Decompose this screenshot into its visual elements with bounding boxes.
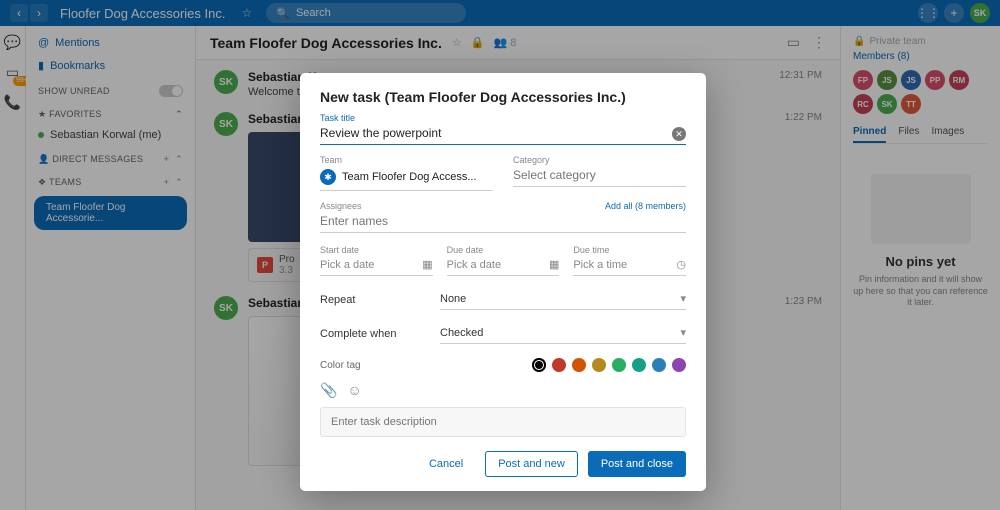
post-and-new-button[interactable]: Post and new xyxy=(485,451,578,477)
color-swatch[interactable] xyxy=(632,358,646,372)
modal-title: New task (Team Floofer Dog Accessories I… xyxy=(320,89,686,105)
due-time-label: Due time xyxy=(573,245,686,255)
chevron-down-icon: ▾ xyxy=(680,292,686,305)
calendar-icon: ▦ xyxy=(422,258,432,271)
repeat-label: Repeat xyxy=(320,294,440,306)
task-title-label: Task title xyxy=(320,113,686,123)
team-icon: ✱ xyxy=(320,169,336,185)
color-swatch[interactable] xyxy=(612,358,626,372)
emoji-icon[interactable]: ☺ xyxy=(347,382,361,399)
color-tag-label: Color tag xyxy=(320,360,440,371)
calendar-icon: ▦ xyxy=(549,258,559,271)
chevron-down-icon: ▾ xyxy=(680,326,686,339)
new-task-modal: New task (Team Floofer Dog Accessories I… xyxy=(300,73,706,491)
color-swatch[interactable] xyxy=(652,358,666,372)
color-swatch[interactable] xyxy=(672,358,686,372)
color-swatches xyxy=(532,358,686,372)
start-date-input[interactable]: Pick a date▦ xyxy=(320,255,433,276)
due-date-label: Due date xyxy=(447,245,560,255)
task-title-input[interactable] xyxy=(320,123,686,145)
attach-icon[interactable]: 📎 xyxy=(320,382,337,399)
complete-when-select[interactable]: Checked▾ xyxy=(440,324,686,344)
team-selector[interactable]: ✱ Team Floofer Dog Access... xyxy=(320,165,493,191)
category-label: Category xyxy=(513,155,686,165)
assignees-input[interactable] xyxy=(320,211,686,233)
clock-icon: ◷ xyxy=(676,258,686,271)
color-swatch[interactable] xyxy=(572,358,586,372)
due-date-input[interactable]: Pick a date▦ xyxy=(447,255,560,276)
add-all-link[interactable]: Add all (8 members) xyxy=(605,201,686,211)
clear-icon[interactable]: ✕ xyxy=(672,127,686,141)
color-swatch[interactable] xyxy=(552,358,566,372)
description-input[interactable] xyxy=(320,407,686,437)
start-date-label: Start date xyxy=(320,245,433,255)
assignees-label: Assignees xyxy=(320,201,362,211)
repeat-select[interactable]: None▾ xyxy=(440,290,686,310)
post-and-close-button[interactable]: Post and close xyxy=(588,451,686,477)
color-swatch[interactable] xyxy=(592,358,606,372)
team-label: Team xyxy=(320,155,493,165)
complete-when-label: Complete when xyxy=(320,328,440,340)
cancel-button[interactable]: Cancel xyxy=(417,451,475,477)
category-input[interactable] xyxy=(513,165,686,187)
due-time-input[interactable]: Pick a time◷ xyxy=(573,255,686,276)
color-swatch[interactable] xyxy=(532,358,546,372)
